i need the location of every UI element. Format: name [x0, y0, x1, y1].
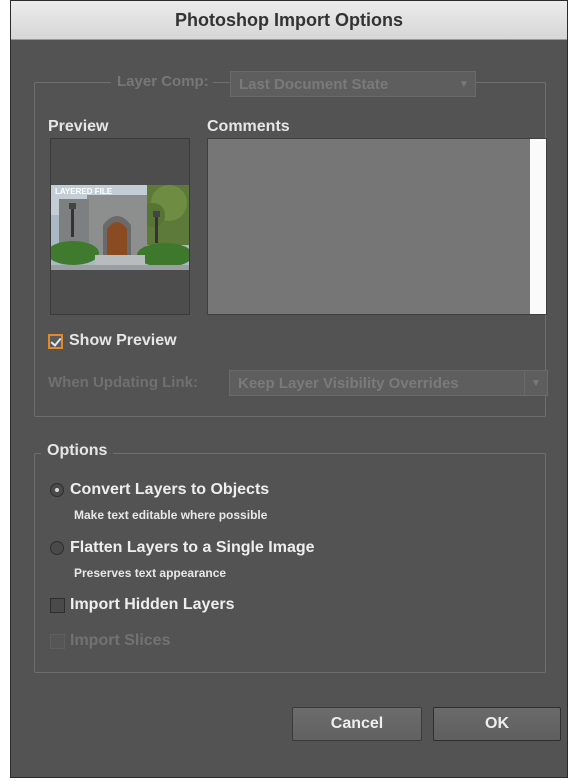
comments-field[interactable] [207, 138, 547, 315]
options-legend: Options [41, 442, 114, 460]
chevron-down-icon: ▼ [524, 371, 547, 395]
flatten-layers-description: Preserves text appearance [74, 566, 227, 580]
flatten-layers-label[interactable]: Flatten Layers to a Single Image [70, 539, 315, 557]
thumbnail-caption: LAYERED FILE [55, 187, 113, 196]
convert-layers-label[interactable]: Convert Layers to Objects [70, 481, 269, 499]
show-preview-checkbox[interactable] [48, 334, 63, 349]
comments-scrollbar[interactable] [530, 139, 546, 314]
cancel-button[interactable]: Cancel [292, 707, 422, 741]
comments-label: Comments [207, 118, 290, 135]
layer-comp-label: Layer Comp: [111, 73, 213, 90]
chevron-down-icon: ▼ [459, 78, 469, 90]
layer-comp-value: Last Document State [239, 75, 389, 93]
flatten-layers-radio[interactable] [50, 541, 64, 555]
update-link-select[interactable]: Keep Layer Visibility Overrides ▼ [229, 370, 548, 396]
import-slices-checkbox [50, 634, 65, 649]
preview-label: Preview [48, 118, 109, 135]
import-hidden-layers-label[interactable]: Import Hidden Layers [70, 596, 234, 614]
import-slices-label: Import Slices [70, 632, 171, 649]
update-link-value: Keep Layer Visibility Overrides [238, 374, 459, 392]
update-link-label: When Updating Link: [48, 374, 198, 391]
preview-thumbnail: LAYERED FILE [51, 185, 189, 270]
convert-layers-description: Make text editable where possible [74, 508, 268, 522]
layer-comp-select[interactable]: Last Document State ▼ [230, 71, 476, 97]
import-options-dialog: Photoshop Import Options Layer Comp: Las… [10, 0, 568, 778]
window-title: Photoshop Import Options [11, 1, 567, 40]
ok-button[interactable]: OK [433, 707, 561, 741]
import-hidden-layers-checkbox[interactable] [50, 598, 65, 613]
show-preview-label[interactable]: Show Preview [69, 332, 177, 350]
convert-layers-radio[interactable] [50, 483, 64, 497]
preview-panel: LAYERED FILE [50, 138, 190, 315]
